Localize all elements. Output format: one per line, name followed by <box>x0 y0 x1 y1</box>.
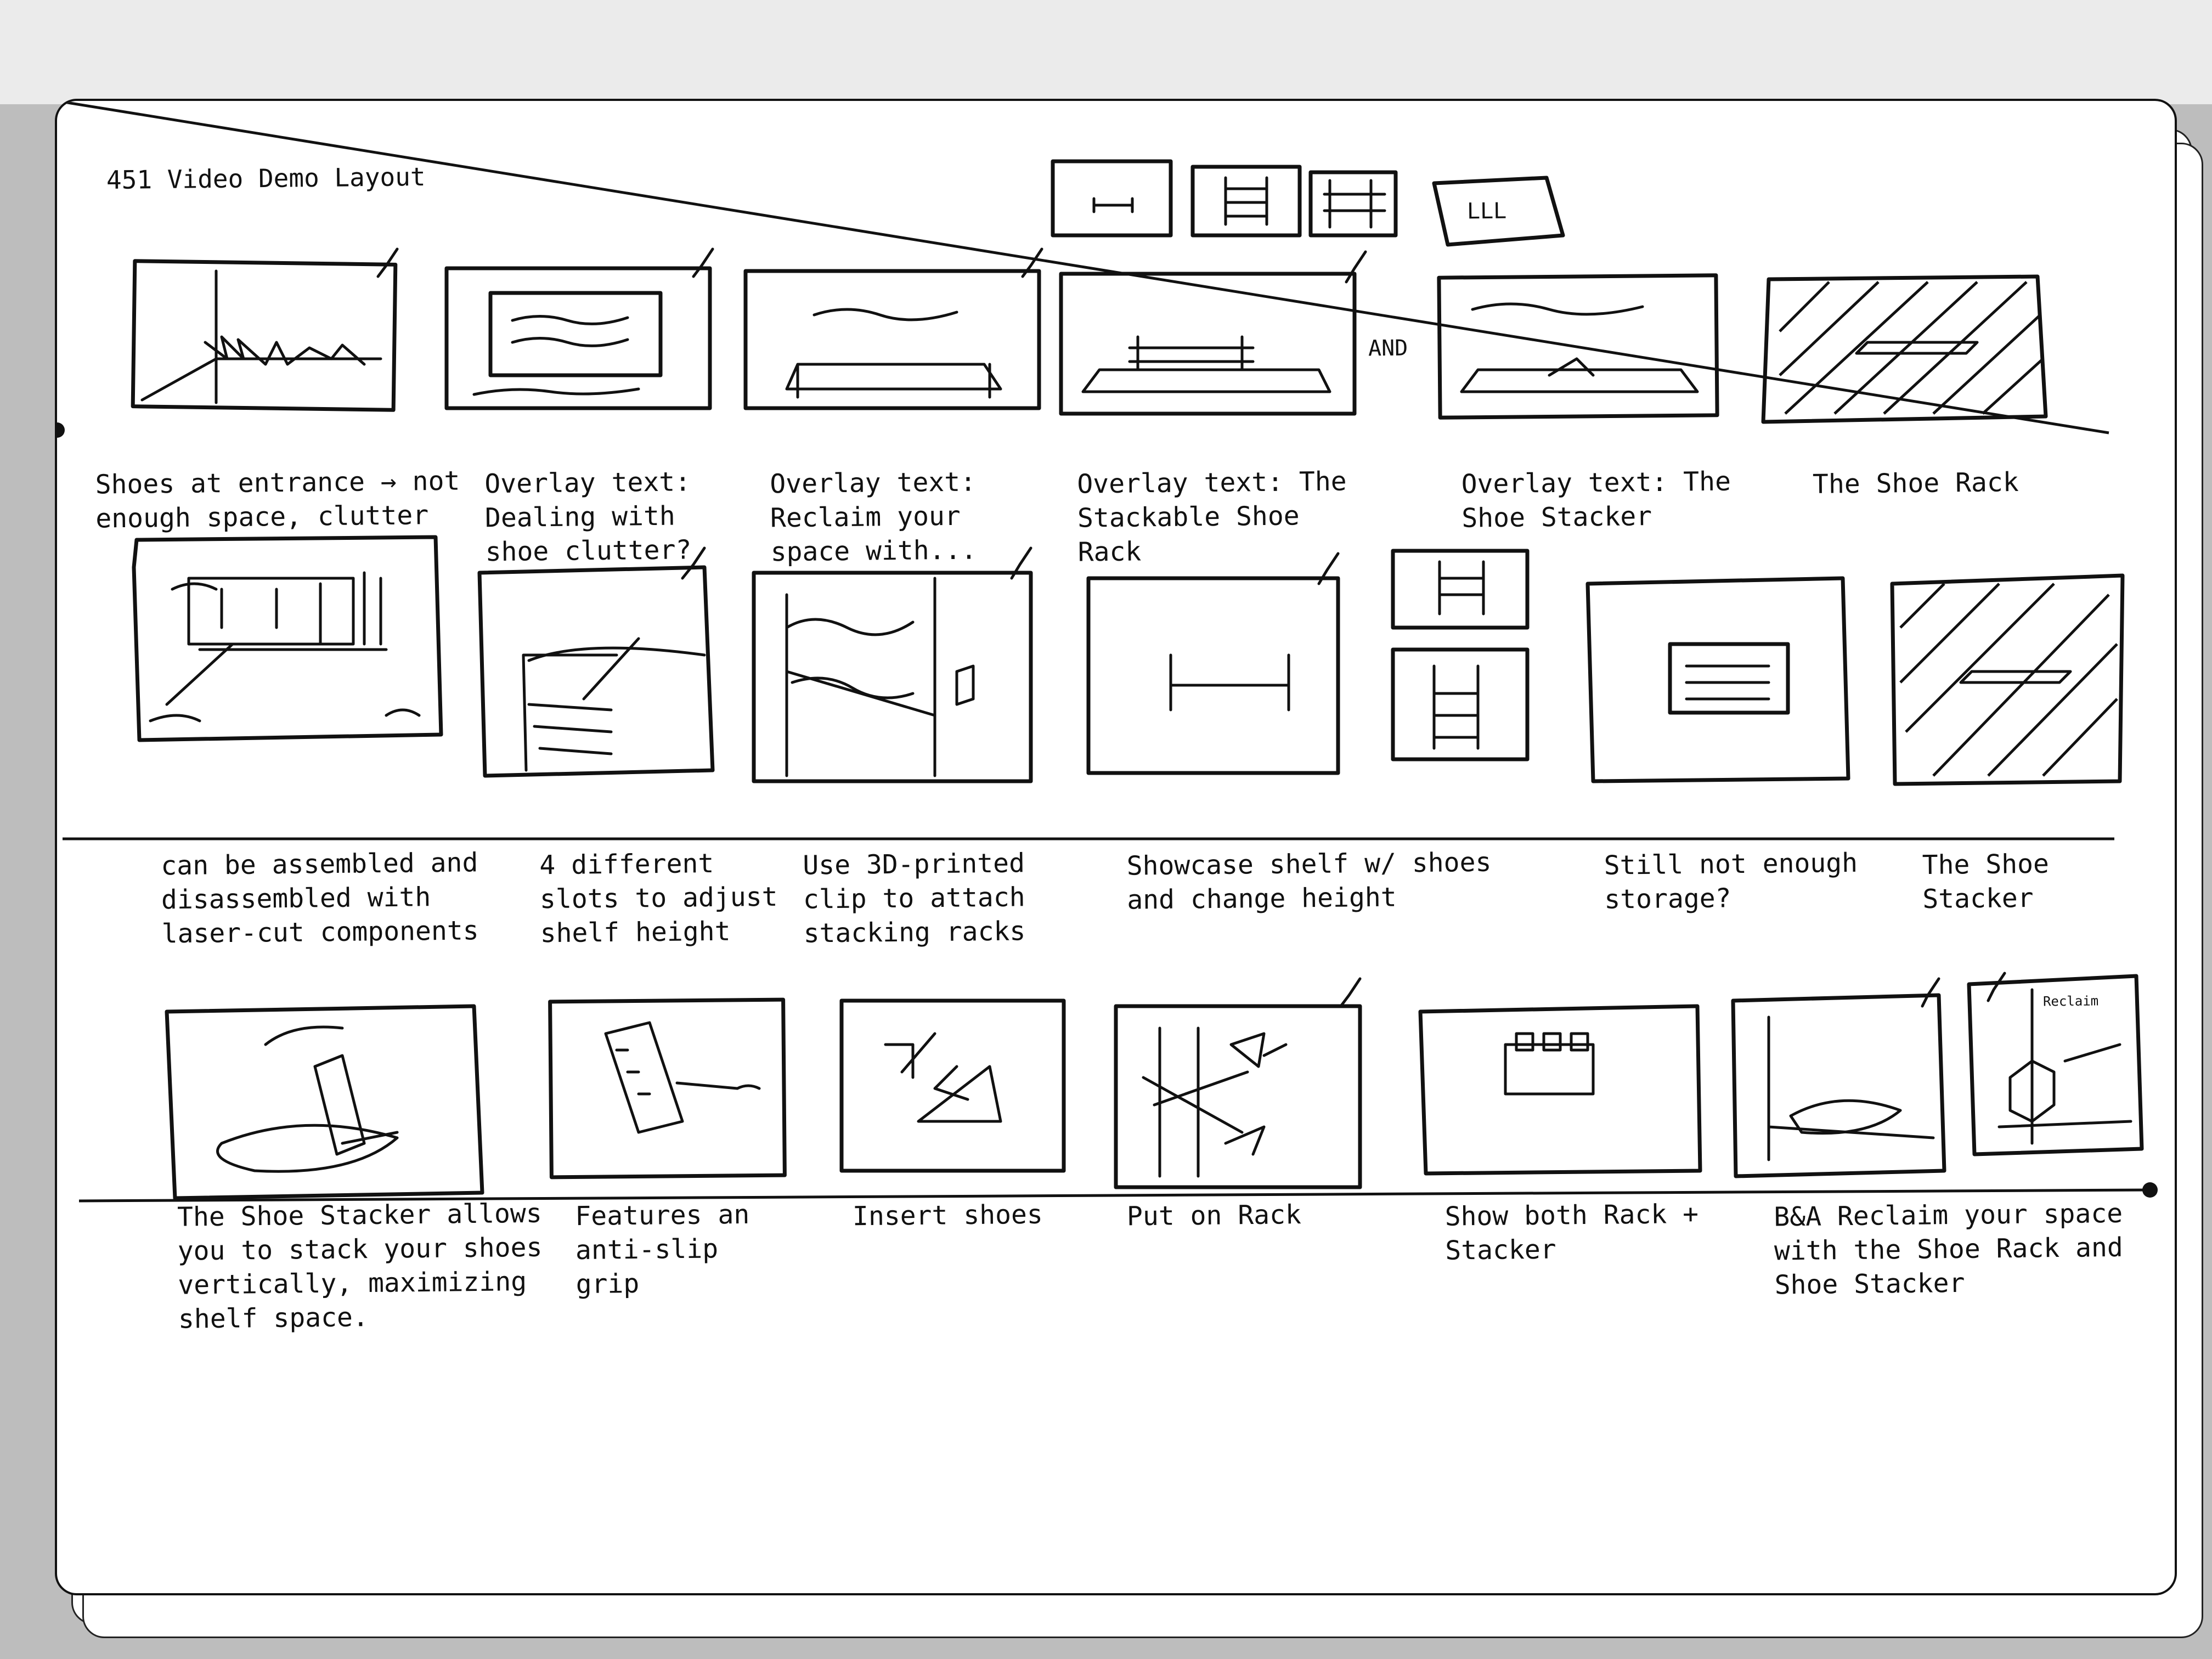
frame-2-7 <box>1890 573 2125 786</box>
rack-on-table <box>1081 335 1331 393</box>
caption-3-6: B&A Reclaim your space with the Shoe Rac… <box>1774 1198 2124 1301</box>
frame-3-6 <box>1731 993 1946 1178</box>
frame-2-3 <box>752 571 1033 783</box>
caption-2-1: can be assembled and disassembled with l… <box>161 847 479 950</box>
rack-with-shoes <box>1504 1032 1595 1096</box>
caption-1-6: The Shoe Rack <box>1812 466 2019 500</box>
scribble-text <box>812 308 958 321</box>
thumb-rack-icon <box>1323 179 1386 229</box>
frame-3-5 <box>1418 1004 1702 1176</box>
check-mark <box>1987 972 2006 1002</box>
rack-sketch <box>1959 670 2072 684</box>
rack-icon <box>1432 664 1480 750</box>
scribble-text <box>472 315 640 396</box>
frame-label: Reclaim <box>2042 993 2099 1009</box>
caption-3-4: Put on Rack <box>1126 1199 1302 1232</box>
and-label: AND <box>1368 335 1408 362</box>
clip-sketch <box>884 1032 1002 1123</box>
frame-3-2 <box>548 997 787 1180</box>
frame-2-4 <box>1086 576 1340 775</box>
caption-3-5: Show both Rack + Stacker <box>1444 1198 1699 1266</box>
rack-front <box>1169 653 1290 712</box>
rack-stacked <box>1142 1026 1288 1178</box>
room-corner <box>140 269 382 404</box>
grip-sketch <box>604 1021 761 1134</box>
rack-perspective <box>522 637 706 772</box>
frame-3-4 <box>1114 1004 1362 1189</box>
divider-dot <box>2142 1182 2158 1198</box>
overlay-box <box>488 291 663 377</box>
caption-2-6: The Shoe Stacker <box>1922 848 2050 915</box>
thumb-label: LLL <box>1466 198 1507 224</box>
frame-2-6 <box>1585 576 1850 783</box>
closet-sketch <box>165 571 388 706</box>
frame-2-1 <box>132 535 443 742</box>
frame-3-3 <box>839 998 1066 1173</box>
background-top <box>0 0 2212 104</box>
thumb-rack-icon <box>1092 197 1134 213</box>
hatch-fill <box>1899 583 2118 777</box>
check-mark <box>1921 977 1940 1008</box>
caption-1-3: Overlay text: Reclaim your space with... <box>770 466 977 568</box>
caption-3-2: Features an anti-slip grip <box>575 1199 750 1300</box>
thumb-rack-icon <box>1224 176 1268 226</box>
thumb-frame <box>1308 170 1398 238</box>
hatch-fill <box>1779 281 2044 415</box>
scribble-text <box>149 582 421 723</box>
frame-2-2 <box>477 565 715 778</box>
room-with-rack <box>1767 1015 1935 1161</box>
frame-1-2 <box>444 266 712 410</box>
frame-2-5a <box>1391 549 1530 630</box>
rack-icon <box>1438 560 1485 616</box>
page-title: 451 Video Demo Layout <box>106 161 426 195</box>
caption-1-5: Overlay text: The Shoe Stacker <box>1461 466 1731 534</box>
divider-dot <box>57 422 65 438</box>
caption-2-2: 4 different slots to adjust shelf height <box>539 848 778 949</box>
row-2-frames <box>132 535 2125 786</box>
caption-3-3: Insert shoes <box>852 1199 1043 1232</box>
caption-2-3: Use 3D-printed clip to attach stacking r… <box>803 848 1026 949</box>
frame-1-1 <box>131 259 398 412</box>
table-sketch <box>785 363 1002 399</box>
check-mark <box>1339 977 1362 1008</box>
stacker-on-table <box>1460 357 1699 393</box>
row-divider <box>57 101 2109 435</box>
notebook-page: 451 Video Demo Layout AND LLL Reclaim Sh… <box>55 99 2177 1595</box>
overlay-box <box>1668 642 1790 715</box>
caption-2-5: Still not enough storage? <box>1604 847 1858 915</box>
row-1-frames <box>131 247 2048 424</box>
row-3-frames <box>165 972 2144 1200</box>
caption-1-2: Overlay text: Dealing with shoe clutter? <box>484 466 692 568</box>
caption-1-1: Shoes at entrance → not enough space, cl… <box>95 465 460 534</box>
stacker-sketch <box>216 1025 399 1173</box>
thumb-frame <box>1051 159 1173 238</box>
rack-wall <box>785 577 975 777</box>
caption-3-1: The Shoe Stacker allows you to stack you… <box>177 1198 543 1335</box>
caption-1-4: Overlay text: The Stackable Shoe Rack <box>1077 466 1347 568</box>
frame-2-5b <box>1391 647 1530 761</box>
caption-2-4: Showcase shelf w/ shoes and change heigh… <box>1126 847 1492 916</box>
scribble-text <box>1471 302 1644 316</box>
scribble-text <box>1685 664 1770 701</box>
